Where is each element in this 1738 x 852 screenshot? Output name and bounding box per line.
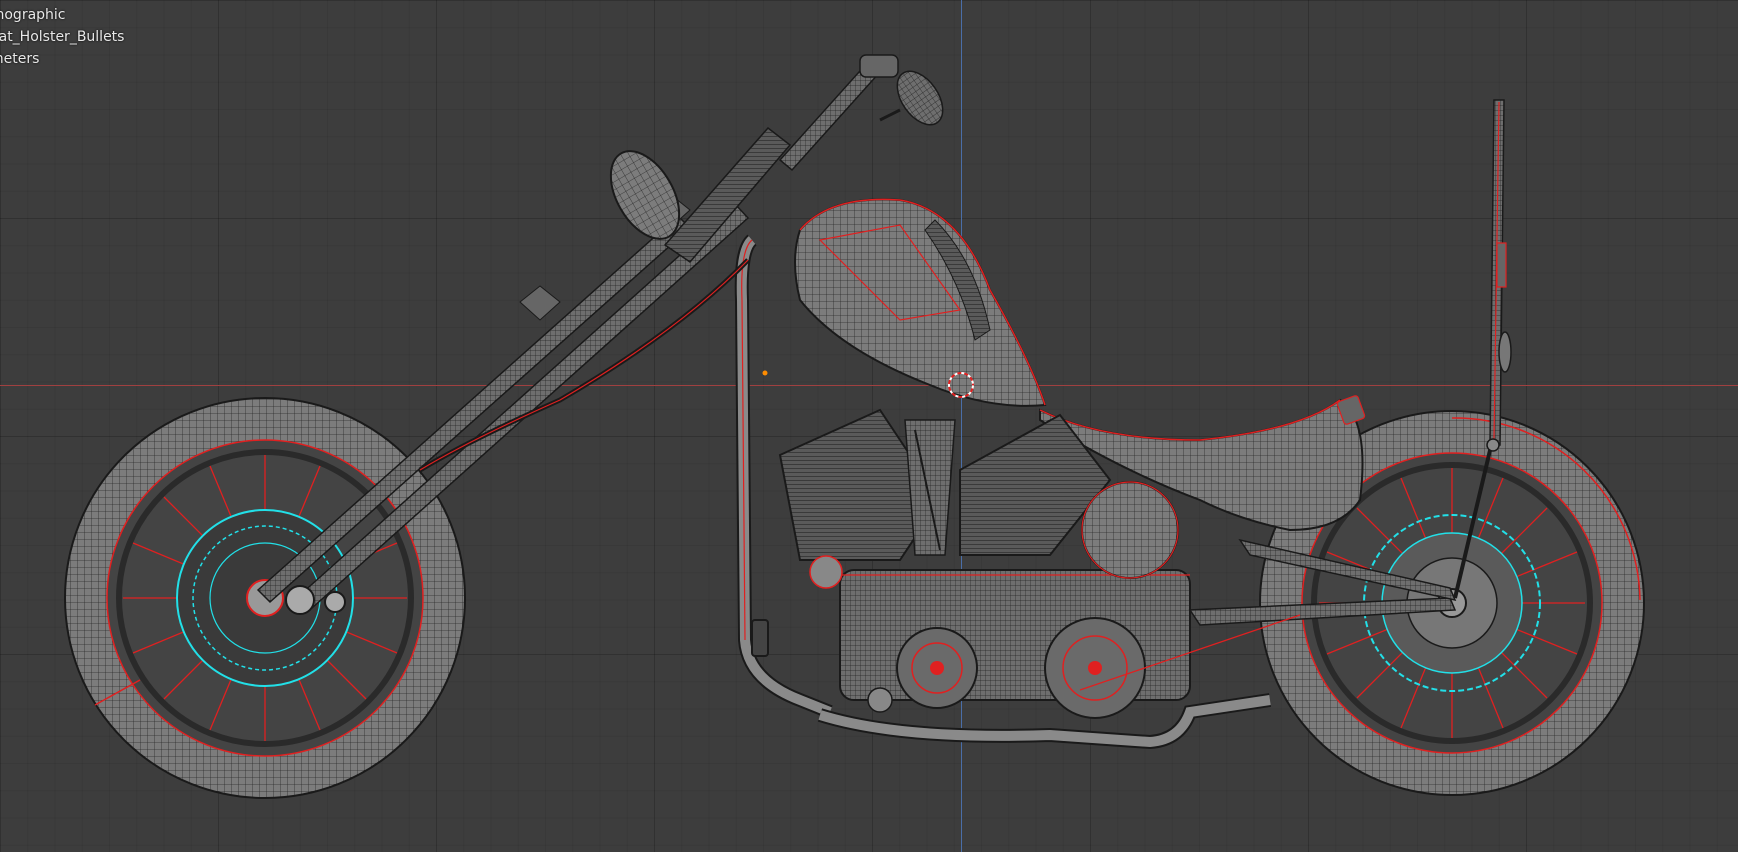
3d-viewport[interactable]: thographic eat_Holster_Bullets meters — [0, 0, 1738, 852]
object-origin-icon — [762, 370, 768, 376]
handlebars[interactable] — [778, 54, 952, 172]
unit-scale-label: meters — [0, 51, 40, 67]
fork-spring[interactable] — [663, 126, 792, 263]
fuel-tank[interactable] — [794, 198, 1047, 407]
viewport-info-overlay: thographic eat_Holster_Bullets meters — [0, 4, 124, 70]
view-mode-label: thographic — [0, 7, 66, 23]
footpeg[interactable] — [751, 619, 769, 657]
motorcycle-wireframe-model[interactable] — [0, 0, 1738, 852]
active-object-label: eat_Holster_Bullets — [0, 29, 125, 45]
